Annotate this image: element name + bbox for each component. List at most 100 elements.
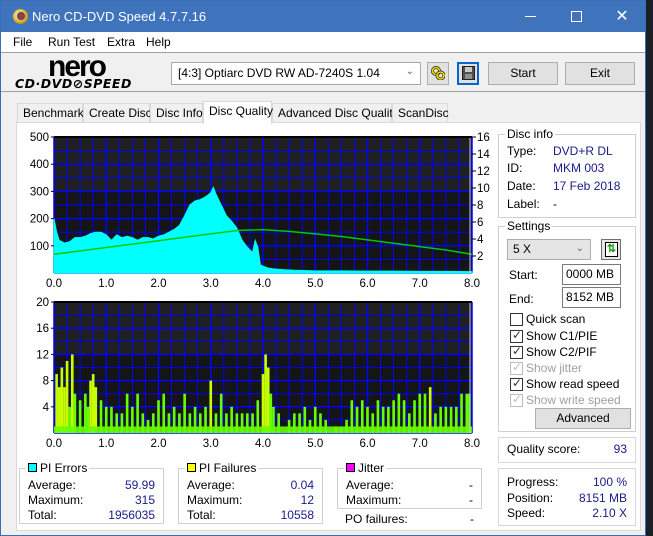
tab-scandisc[interactable]: ScanDisc	[392, 103, 449, 123]
pi-failures-maximum-label: Maximum:	[187, 493, 243, 507]
progress-group: Progress: 100 % Position: 8151 MB Speed:…	[498, 468, 636, 526]
menu-bar: File Run Test Extra Help	[1, 32, 645, 52]
floppy-disk-icon	[462, 66, 475, 80]
minimize-icon	[524, 16, 536, 18]
y2-tick-label: 6	[477, 217, 483, 229]
y-tick-label: 400	[30, 159, 49, 171]
y-tick-label: 4	[43, 402, 50, 414]
pi-failures-chart-svg: 4 8 12 16 20 0.0 1.0 2.0 3.0 4.0 5.0 6.0 7.0 8.0	[36, 297, 480, 450]
pi-failures-bar	[55, 374, 58, 433]
toolbar: nero CD·DVD⊘SPEED [4:3] Optiarc DVD RW A…	[1, 50, 645, 92]
y2-tick-label: 12	[477, 166, 490, 178]
title-bar[interactable]: Nero CD-DVD Speed 4.7.7.16 ✕	[1, 1, 645, 32]
start-field[interactable]: 0000 MB	[562, 264, 621, 285]
pi-errors-total-value: 1956035	[108, 508, 155, 522]
menu-run-test[interactable]: Run Test	[48, 35, 95, 49]
close-button[interactable]: ✕	[599, 1, 645, 32]
pi-failures-total-label: Total:	[187, 508, 216, 522]
show-write-speed-label: Show write speed	[526, 393, 621, 407]
x-tick-label: 2.0	[151, 278, 167, 290]
drive-select[interactable]: [4:3] Optiarc DVD RW AD-7240S 1.04 ⌄	[171, 62, 421, 85]
drive-refresh-button[interactable]	[427, 62, 449, 85]
pi-failures-bar	[57, 387, 61, 433]
pi-failures-group: PI Failures Average: 0.04 Maximum: 12 To…	[178, 461, 323, 524]
x-tick-label: 5.0	[307, 278, 323, 290]
quality-score-label: Quality score:	[507, 442, 581, 456]
disc-date-row: Date: 17 Feb 2018	[507, 179, 627, 195]
start-label: Start:	[509, 268, 538, 282]
y2-tick-label: 10	[477, 183, 490, 195]
app-icon	[13, 9, 28, 24]
x-tick-label: 1.0	[98, 278, 114, 290]
save-button[interactable]	[457, 62, 479, 85]
quality-score-value: 93	[613, 442, 627, 456]
pi-errors-title-text: PI Errors	[40, 461, 88, 475]
end-field[interactable]: 8152 MB	[562, 287, 621, 308]
pi-errors-group: PI Errors Average: 59.99 Maximum: 315 To…	[19, 461, 164, 524]
maximize-button[interactable]	[553, 1, 599, 32]
pi-failures-bar	[209, 380, 213, 433]
quality-score-group: Quality score: 93	[498, 437, 636, 463]
y-tick-label: 500	[30, 132, 49, 144]
po-failures-row: PO failures: -	[345, 512, 474, 528]
speed-select[interactable]: 5 X ⌄	[507, 239, 591, 260]
advanced-button[interactable]: Advanced	[535, 408, 631, 429]
progress-value: 100 %	[592, 475, 627, 489]
maximize-icon	[570, 11, 582, 23]
minimize-button[interactable]	[507, 1, 553, 32]
disc-date-label: Date:	[507, 179, 536, 193]
x-tick-label: 7.0	[412, 438, 428, 450]
settings-group: Settings 5 X ⌄ ⇅ Start: 0000 MB End: 815…	[498, 219, 636, 432]
tab-create-disc[interactable]: Create Disc	[83, 103, 152, 123]
x-tick-label: 4.0	[255, 438, 271, 450]
progress-row: Progress: 100 %	[507, 475, 627, 491]
y2-tick-label: 16	[477, 132, 490, 144]
pi-errors-chart: 100 200 300 400 500 2 4 6 8 10 12 14 16 0.0 1.0 2.0 3.0 4…	[17, 131, 497, 301]
refresh-speed-button[interactable]: ⇅	[601, 239, 621, 260]
disc-info-group: Disc info Type: DVD+R DL ID: MKM 003 Dat…	[498, 127, 636, 218]
pi-failures-average-label: Average:	[187, 478, 235, 492]
pi-errors-title: PI Errors	[26, 461, 90, 475]
jitter-average-value: -	[469, 478, 473, 492]
speed-row: Speed: 2.10 X	[507, 506, 627, 522]
check-icon: ✓	[512, 360, 523, 374]
tab-benchmark[interactable]: Benchmark	[17, 103, 84, 123]
tab-disc-info[interactable]: Disc Info	[150, 103, 203, 123]
pi-failures-color-swatch	[187, 463, 196, 472]
jitter-title: Jitter	[344, 461, 387, 475]
disc-label-value: -	[553, 197, 557, 211]
disc-id-row: ID: MKM 003	[507, 161, 627, 177]
y2-tick-label: 14	[477, 149, 490, 161]
x-tick-label: 6.0	[360, 278, 376, 290]
jitter-average-row: Average: -	[346, 478, 473, 494]
quick-scan-label: Quick scan	[526, 312, 586, 326]
pi-failures-maximum-row: Maximum: 12	[187, 493, 314, 509]
window-title: Nero CD-DVD Speed 4.7.7.16	[32, 9, 207, 24]
y-tick-label: 12	[36, 349, 49, 361]
end-label: End:	[509, 292, 534, 306]
x-tick-label: 1.0	[98, 438, 114, 450]
pi-failures-maximum-value: 12	[300, 493, 314, 507]
y2-tick-label: 8	[477, 200, 483, 212]
menu-help[interactable]: Help	[146, 35, 171, 49]
start-button[interactable]: Start	[488, 62, 558, 85]
pi-errors-average-label: Average:	[28, 478, 76, 492]
menu-extra[interactable]: Extra	[107, 35, 135, 49]
disc-info-title: Disc info	[505, 127, 556, 141]
pi-failures-baseline	[54, 426, 472, 433]
tab-disc-quality[interactable]: Disc Quality	[203, 101, 273, 124]
drive-select-value: [4:3] Optiarc DVD RW AD-7240S 1.04	[178, 66, 380, 80]
disc-type-label: Type:	[507, 144, 537, 158]
disc-id-value: MKM 003	[553, 161, 605, 175]
pi-errors-maximum-row: Maximum: 315	[28, 493, 155, 509]
check-icon: ✓	[512, 328, 523, 342]
exit-button[interactable]: Exit	[565, 62, 635, 85]
pi-failures-title-text: PI Failures	[199, 461, 257, 475]
speed-select-value: 5 X	[513, 242, 532, 256]
jitter-maximum-value: -	[469, 493, 473, 507]
pi-failures-bar	[261, 374, 265, 433]
menu-file[interactable]: File	[13, 35, 32, 49]
tab-advanced-disc-quality[interactable]: Advanced Disc Quality	[272, 103, 399, 123]
pi-errors-color-swatch	[28, 463, 37, 472]
pi-failures-bar	[266, 367, 270, 433]
